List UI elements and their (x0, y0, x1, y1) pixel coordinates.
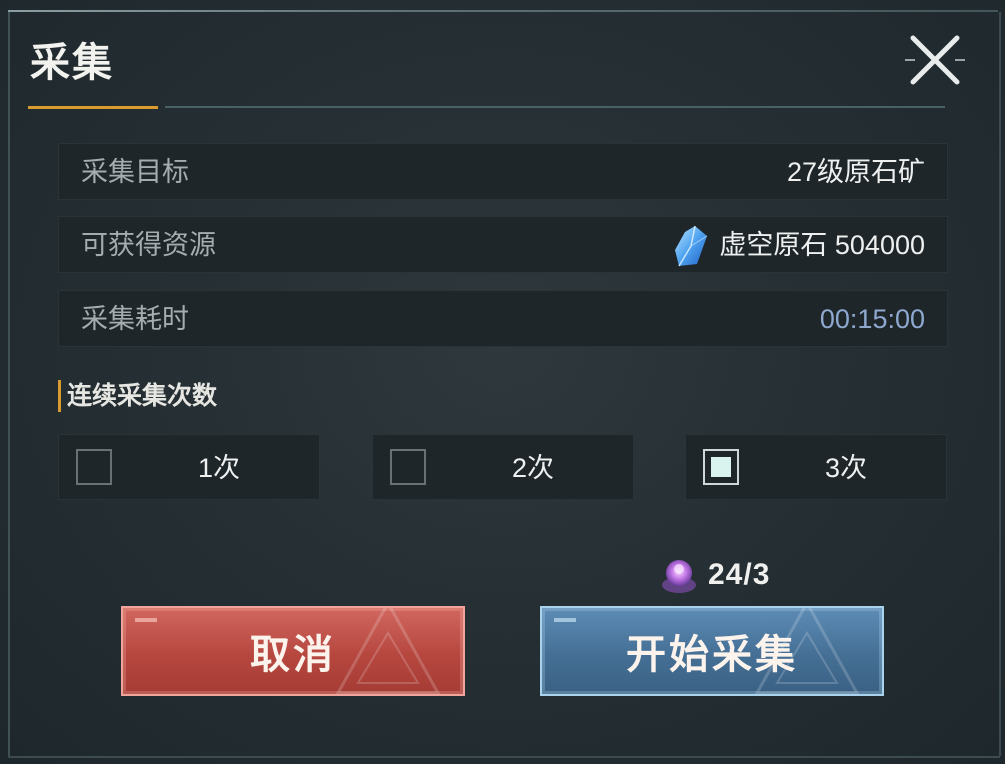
cancel-button-label: 取消 (250, 631, 336, 678)
info-row-resource: 可获得资源 虚空原石 504000 (58, 216, 948, 273)
checkbox-3[interactable] (703, 449, 739, 485)
repeat-section-title: 连续采集次数 (58, 380, 217, 412)
target-label: 采集目标 (81, 157, 189, 187)
info-row-duration: 采集耗时 00:15:00 (58, 290, 948, 347)
repeat-option-1-label: 1次 (197, 453, 241, 483)
repeat-option-2[interactable]: 2次 (372, 434, 634, 500)
frame-left-border (8, 12, 10, 756)
checkbox-1[interactable] (76, 449, 112, 485)
duration-label: 采集耗时 (81, 304, 189, 334)
button-corner-mark (554, 618, 576, 622)
start-gather-button[interactable]: 开始采集 (540, 606, 884, 696)
stamina-orb-icon (662, 560, 696, 593)
frame-top-border (8, 10, 998, 12)
close-icon (905, 35, 965, 85)
info-row-target: 采集目标 27级原石矿 (58, 143, 948, 200)
repeat-option-3[interactable]: 3次 (685, 434, 947, 500)
frame-bottom-border (8, 756, 1000, 758)
title-underline-accent (28, 106, 158, 109)
duration-value: 00:15:00 (819, 304, 925, 334)
crystal-icon (675, 225, 708, 266)
cancel-button[interactable]: 取消 (121, 606, 465, 696)
dialog-title: 采集 (30, 39, 114, 86)
start-gather-button-label: 开始采集 (626, 631, 798, 678)
repeat-option-1[interactable]: 1次 (58, 434, 320, 500)
title-underline (165, 106, 945, 108)
resource-value-wrap: 虚空原石 504000 (673, 217, 925, 274)
repeat-option-2-label: 2次 (511, 453, 555, 483)
gather-dialog: 采集 采集目标 27级原石矿 可获得资源 虚空原石 504000 采集耗时 00… (0, 0, 1005, 764)
resource-value: 虚空原石 504000 (719, 230, 925, 260)
stamina-cost: 24/3 (660, 552, 770, 598)
button-corner-mark (135, 618, 157, 622)
resource-label: 可获得资源 (81, 230, 216, 260)
close-button[interactable] (905, 32, 965, 88)
stamina-cost-value: 24/3 (708, 558, 771, 591)
target-value: 27级原石矿 (786, 157, 925, 187)
triangle-pattern-icon (335, 608, 441, 694)
frame-right-border (999, 12, 1001, 756)
checkbox-2[interactable] (390, 449, 426, 485)
repeat-option-3-label: 3次 (824, 453, 868, 483)
